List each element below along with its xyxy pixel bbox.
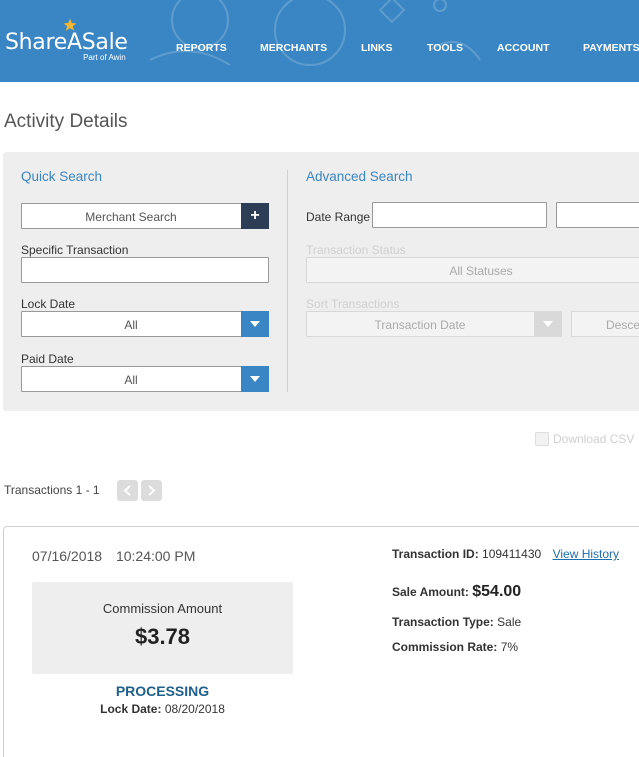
transaction-status-value: All Statuses xyxy=(449,264,513,278)
paid-date-label: Paid Date xyxy=(21,352,74,366)
status-badge: PROCESSING xyxy=(115,683,210,699)
previous-page-button[interactable] xyxy=(117,480,138,501)
paid-date-select[interactable]: All xyxy=(21,366,269,392)
sort-field-value: Transaction Date xyxy=(374,318,466,332)
transaction-datetime: 07/16/2018 10:24:00 PM xyxy=(32,548,195,564)
transactions-count: Transactions 1 - 1 xyxy=(4,483,100,497)
transaction-id-line: Transaction ID: 109411430 View History xyxy=(392,547,619,561)
transaction-type-line: Transaction Type: Sale xyxy=(392,615,521,629)
sale-amount-value: $54.00 xyxy=(472,583,522,600)
lock-date-label: Lock Date xyxy=(21,297,76,311)
nav-reports[interactable]: REPORTS xyxy=(176,42,227,54)
chevron-left-icon xyxy=(123,485,131,496)
commission-amount-label: Commission Amount xyxy=(102,601,223,616)
next-page-button[interactable] xyxy=(141,480,162,501)
transaction-card: 07/16/2018 10:24:00 PM Commission Amount… xyxy=(3,526,639,757)
lock-date-value: All xyxy=(124,318,138,332)
sort-order-select[interactable]: Desce xyxy=(571,311,639,337)
transaction-id-label: Transaction ID: xyxy=(392,547,479,561)
page-title: Activity Details xyxy=(4,111,128,132)
sort-field-dropdown-button[interactable] xyxy=(534,311,562,337)
commission-amount-value: $3.78 xyxy=(134,624,191,649)
chevron-down-icon xyxy=(250,321,260,327)
transaction-time: 10:24:00 PM xyxy=(115,548,196,564)
date-range-to-input[interactable] xyxy=(556,202,639,228)
nav-payments[interactable]: PAYMENTS xyxy=(583,42,639,54)
transaction-status-select[interactable]: All Statuses xyxy=(306,257,639,283)
lock-date-line: Lock Date: 08/20/2018 xyxy=(32,702,293,716)
search-panel: Quick Search Merchant Search + Specific … xyxy=(3,152,639,411)
nav-links[interactable]: LINKS xyxy=(361,42,393,54)
paid-date-dropdown-button[interactable] xyxy=(241,366,269,392)
plus-icon: + xyxy=(250,207,260,224)
transaction-type-value: Sale xyxy=(497,615,522,629)
shareasale-logo[interactable]: ShareASale Part of Awin xyxy=(5,18,128,62)
lock-date-select[interactable]: All xyxy=(21,311,269,337)
merchant-search-field[interactable]: Merchant Search + xyxy=(21,203,269,229)
download-csv-option[interactable]: Download CSV xyxy=(535,432,634,446)
advanced-search-heading: Advanced Search xyxy=(306,169,413,184)
date-range-from-input[interactable] xyxy=(372,202,547,228)
sort-order-value: Desce xyxy=(606,318,639,332)
quick-search-heading: Quick Search xyxy=(21,169,103,184)
transaction-date: 07/16/2018 xyxy=(32,548,103,564)
commission-rate-line: Commission Rate: 7% xyxy=(392,640,518,654)
lock-date-dropdown-button[interactable] xyxy=(241,311,269,337)
sort-field-select[interactable]: Transaction Date xyxy=(306,311,562,337)
nav-account[interactable]: ACCOUNT xyxy=(497,42,550,54)
specific-transaction-label: Specific Transaction xyxy=(21,243,129,257)
lock-date-caption: Lock Date: xyxy=(100,702,162,716)
logo-text: ShareASale xyxy=(5,30,128,55)
nav-merchants[interactable]: MERCHANTS xyxy=(260,42,327,54)
view-history-link[interactable]: View History xyxy=(553,547,619,561)
commission-rate-value: 7% xyxy=(500,640,519,654)
transaction-type-label: Transaction Type: xyxy=(392,615,494,629)
add-merchant-button[interactable]: + xyxy=(241,203,269,229)
date-range-label: Date Range xyxy=(306,210,371,224)
decorative-background-illustration xyxy=(149,0,481,66)
commission-box: Commission Amount $3.78 xyxy=(32,582,293,674)
commission-rate-label: Commission Rate: xyxy=(392,640,498,654)
paid-date-value: All xyxy=(124,373,138,387)
sale-amount-label: Sale Amount: xyxy=(392,585,469,599)
transaction-status-label: Transaction Status xyxy=(306,243,406,257)
download-csv-label: Download CSV xyxy=(553,432,635,446)
star-icon xyxy=(63,18,77,31)
chevron-down-icon xyxy=(543,321,553,327)
sort-transactions-label: Sort Transactions xyxy=(306,297,400,311)
sale-amount-line: Sale Amount: $54.00 xyxy=(392,583,521,601)
lock-date-text: 08/20/2018 xyxy=(164,702,225,716)
merchant-search-label: Merchant Search xyxy=(85,210,177,224)
chevron-down-icon xyxy=(250,376,260,382)
top-navigation-bar: ShareASale Part of Awin REPORTS MERCHANT… xyxy=(0,0,639,82)
logo-subtitle: Part of Awin xyxy=(83,53,126,62)
panel-divider xyxy=(287,170,288,392)
specific-transaction-input[interactable] xyxy=(21,257,269,283)
chevron-right-icon xyxy=(148,485,156,496)
transaction-id-value: 109411430 xyxy=(482,547,542,561)
nav-tools[interactable]: TOOLS xyxy=(427,42,463,54)
download-csv-checkbox[interactable] xyxy=(535,432,549,446)
